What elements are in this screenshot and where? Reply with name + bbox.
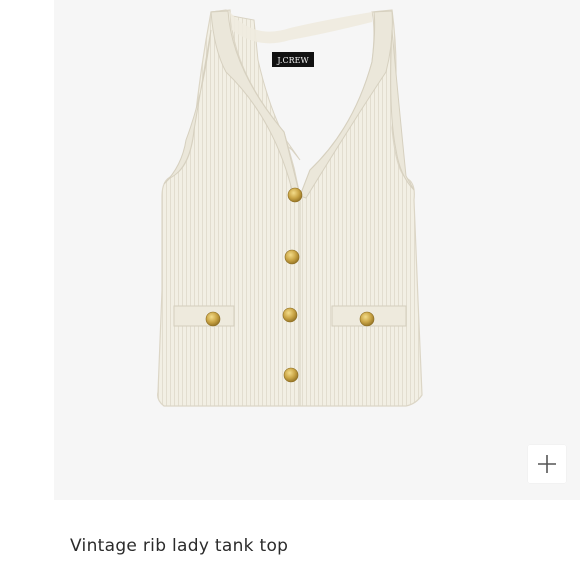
brand-label-text: J.CREW — [276, 56, 309, 65]
gold-button — [359, 311, 375, 327]
gold-button — [283, 367, 299, 383]
gold-button — [284, 249, 300, 265]
product-image-panel[interactable]: J.CREW — [54, 0, 580, 500]
gold-button — [287, 187, 303, 203]
product-title: Vintage rib lady tank top — [70, 536, 289, 556]
gold-button — [205, 311, 221, 327]
product-page: J.CREW Vintage rib lady tank top — [0, 0, 580, 580]
product-image[interactable]: J.CREW — [54, 0, 580, 500]
zoom-button[interactable] — [528, 445, 566, 483]
plus-icon — [538, 455, 556, 473]
left-pocket-flap — [173, 305, 235, 327]
gold-button — [282, 307, 298, 323]
